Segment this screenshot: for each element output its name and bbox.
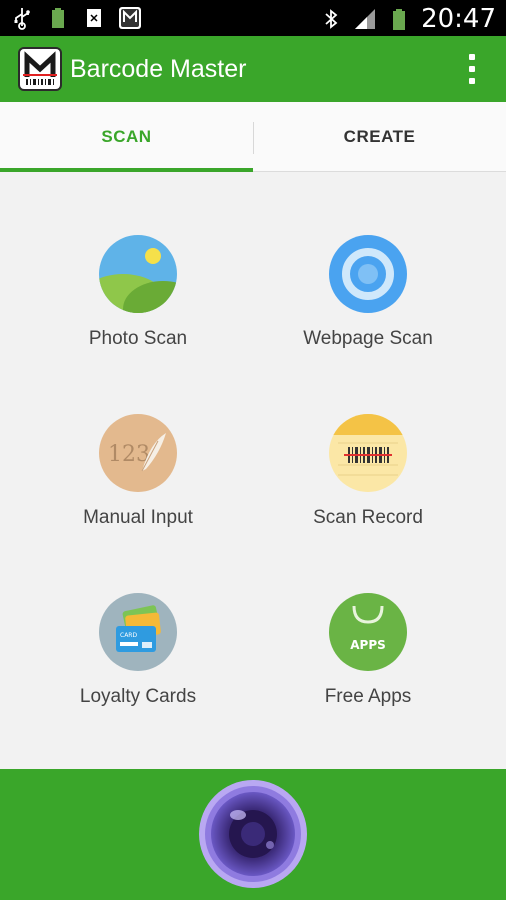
status-bar: 20:47 [0,0,506,36]
tab-bar: SCAN CREATE [0,102,506,172]
free-apps-label: Free Apps [324,686,412,707]
app-title: Barcode Master [70,55,247,83]
status-time: 20:47 [421,4,496,34]
photo-icon [98,234,178,314]
manual-input-text: 123 [108,442,150,467]
usb-icon [14,8,30,30]
free-apps-icon: APPS [328,592,408,672]
photo-scan-item[interactable]: Photo Scan [38,234,238,374]
photo-scan-label: Photo Scan [88,328,188,349]
manual-input-label: Manual Input [83,507,193,528]
manual-input-item[interactable]: 123 Manual Input [38,413,238,553]
scan-record-label: Scan Record [313,507,423,528]
battery-icon [393,9,406,30]
loyalty-cards-item[interactable]: CARD Loyalty Cards [38,592,238,732]
loyalty-cards-label: Loyalty Cards [79,686,197,707]
scan-record-icon [328,413,408,493]
app-bar: Barcode Master [0,36,506,102]
bluetooth-icon [325,9,338,29]
card-text: CARD [120,632,137,639]
webpage-scan-label: Webpage Scan [303,328,433,349]
webpage-icon [328,234,408,314]
app-notification-icon [119,7,141,29]
download-file-icon [87,9,101,27]
scan-record-item[interactable]: Scan Record [268,413,468,553]
apps-text: APPS [350,638,386,652]
tab-scan-label: SCAN [101,127,152,146]
overflow-menu-icon[interactable] [466,54,478,84]
tab-create[interactable]: CREATE [253,102,506,172]
app-logo-icon [18,47,62,91]
signal-icon [355,9,376,29]
battery-notification-icon [52,8,64,28]
active-tab-indicator [0,168,253,172]
camera-lens-icon[interactable] [198,779,308,889]
webpage-scan-item[interactable]: Webpage Scan [268,234,468,374]
manual-input-icon: 123 [98,413,178,493]
free-apps-item[interactable]: APPS Free Apps [268,592,468,732]
tab-create-label: CREATE [343,127,416,146]
tab-scan[interactable]: SCAN [0,102,253,172]
loyalty-cards-icon: CARD [98,592,178,672]
